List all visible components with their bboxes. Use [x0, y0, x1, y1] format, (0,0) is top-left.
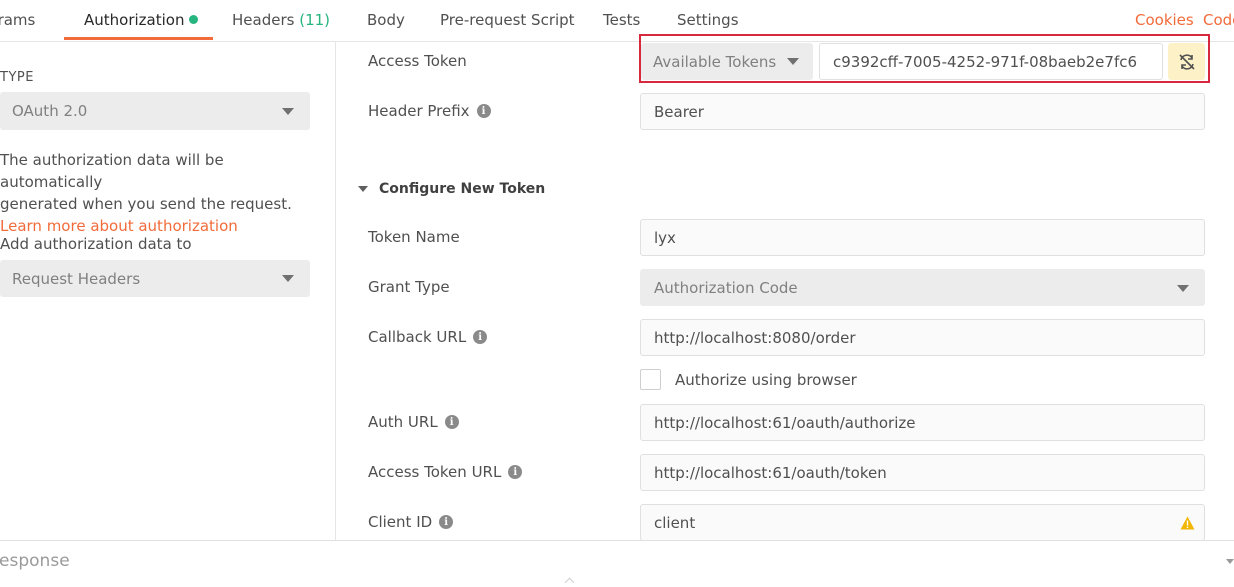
active-indicator-dot — [189, 15, 199, 24]
add-auth-data-label: Add authorization data to — [0, 235, 192, 253]
info-icon[interactable]: i — [476, 104, 491, 118]
callback-url-value: http://localhost:8080/order — [654, 328, 856, 347]
tab-body[interactable]: Body — [367, 11, 405, 29]
auth-description: The authorization data will be automatic… — [0, 149, 330, 237]
tab-authorization-label: Authorization — [84, 11, 185, 29]
chevron-down-icon — [1177, 285, 1189, 292]
grant-type-label-text: Grant Type — [368, 278, 450, 296]
chevron-down-icon[interactable] — [1226, 559, 1234, 564]
token-name-value: lyx — [654, 228, 676, 247]
access-token-url-label-text: Access Token URL — [368, 463, 502, 481]
grant-type-label: Grant Type — [368, 278, 450, 296]
response-label: Response — [0, 551, 70, 571]
client-id-label: Client ID i — [368, 513, 454, 531]
description-line-2: generated when you send the request. — [0, 195, 292, 213]
callback-url-label-text: Callback URL — [368, 328, 467, 346]
collapse-triangle-icon — [358, 186, 368, 192]
chevron-down-icon — [282, 275, 294, 282]
auth-type-select[interactable]: OAuth 2.0 — [0, 92, 310, 130]
tab-tests-label: Tests — [603, 11, 641, 29]
tab-prerequest-label: Pre-request Script — [440, 11, 575, 29]
info-icon[interactable]: i — [444, 415, 459, 429]
response-pane-header[interactable]: Response — [0, 540, 1234, 587]
description-line-1: The authorization data will be automatic… — [0, 151, 224, 191]
tab-params[interactable]: Params — [0, 11, 35, 29]
tab-prerequest-script[interactable]: Pre-request Script — [440, 11, 575, 29]
info-icon[interactable]: i — [439, 515, 454, 529]
tab-authorization[interactable]: Authorization — [84, 11, 199, 29]
headers-count-badge: (11) — [299, 11, 331, 29]
client-id-input[interactable]: client — [640, 504, 1205, 541]
info-icon[interactable]: i — [508, 465, 523, 479]
auth-url-value: http://localhost:61/oauth/authorize — [654, 413, 916, 432]
token-name-label: Token Name — [368, 228, 460, 246]
token-name-input[interactable]: lyx — [640, 219, 1205, 256]
tab-params-label: Params — [0, 11, 36, 29]
configure-new-token-toggle[interactable]: Configure New Token — [358, 181, 545, 197]
authorize-browser-label[interactable]: Authorize using browser — [675, 371, 857, 389]
auth-url-input[interactable]: http://localhost:61/oauth/authorize — [640, 404, 1205, 441]
add-auth-data-select[interactable]: Request Headers — [0, 260, 310, 297]
configure-new-token-title: Configure New Token — [379, 181, 546, 197]
auth-type-value: OAuth 2.0 — [12, 102, 88, 120]
callback-url-input[interactable]: http://localhost:8080/order — [640, 319, 1205, 356]
access-token-url-input[interactable]: http://localhost:61/oauth/token — [640, 454, 1205, 491]
add-auth-data-value: Request Headers — [12, 269, 141, 288]
authorize-browser-checkbox[interactable] — [640, 369, 661, 390]
client-id-value: client — [654, 513, 696, 532]
cookies-link[interactable]: Cookies — [1135, 11, 1194, 29]
auth-type-panel: TYPE OAuth 2.0 The authorization data wi… — [0, 42, 336, 540]
token-name-label-text: Token Name — [368, 228, 460, 246]
grant-type-value: Authorization Code — [654, 278, 798, 297]
access-token-url-value: http://localhost:61/oauth/token — [654, 463, 887, 482]
tab-body-label: Body — [367, 11, 405, 29]
tab-settings[interactable]: Settings — [677, 11, 739, 29]
tab-headers[interactable]: Headers (11) — [232, 11, 330, 29]
token-highlight-box — [639, 34, 1210, 83]
client-id-label-text: Client ID — [368, 513, 433, 531]
learn-more-link[interactable]: Learn more about authorization — [0, 215, 330, 237]
auth-url-label-text: Auth URL — [368, 413, 438, 431]
auth-url-label: Auth URL i — [368, 413, 459, 431]
access-token-label: Access Token — [368, 52, 467, 70]
code-link[interactable]: Code — [1203, 11, 1234, 29]
access-token-url-label: Access Token URL i — [368, 463, 523, 481]
header-prefix-value: Bearer — [654, 102, 704, 121]
type-label: TYPE — [0, 70, 34, 85]
chevron-down-icon — [282, 108, 294, 115]
tab-settings-label: Settings — [677, 11, 739, 29]
header-prefix-label: Header Prefix i — [368, 102, 491, 120]
info-icon[interactable]: i — [473, 330, 488, 344]
grant-type-select[interactable]: Authorization Code — [640, 269, 1205, 306]
active-tab-underline — [64, 37, 213, 40]
tab-tests[interactable]: Tests — [603, 11, 640, 29]
warning-icon — [1180, 516, 1195, 530]
access-token-label-text: Access Token — [368, 52, 467, 70]
drag-handle-icon[interactable] — [564, 577, 575, 587]
callback-url-label: Callback URL i — [368, 328, 488, 346]
header-prefix-label-text: Header Prefix — [368, 102, 470, 120]
tab-headers-label: Headers — [232, 11, 295, 29]
header-prefix-input[interactable]: Bearer — [640, 93, 1205, 130]
